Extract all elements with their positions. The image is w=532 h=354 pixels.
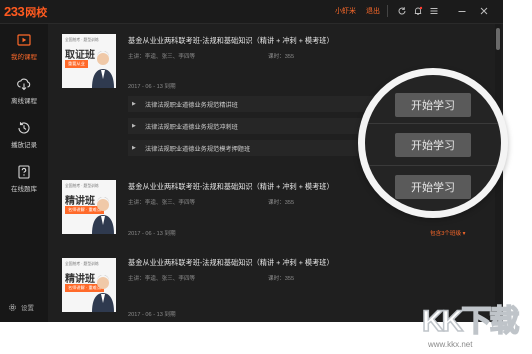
sidebar-item-question-bank[interactable]: 在线题库 [0, 158, 48, 200]
course-title[interactable]: 基金从业业两科联考班-法规和基础知识（精讲 + 冲刺 + 模考班） [128, 182, 334, 192]
question-bank-icon [18, 165, 30, 179]
teacher-avatar [92, 197, 114, 234]
title-bar: 233 网校 小虾米 退出 [0, 0, 503, 24]
thumb-title: 精讲班 [65, 196, 95, 207]
course-hours: 课时：355 [268, 276, 295, 282]
thumb-tag: 全国统考 · 题型训练 [65, 184, 99, 188]
course-thumbnail: 全国统考 · 题型训练 精讲班 名师讲解 · 重难点 [62, 258, 116, 312]
settings-button[interactable]: 设置 [8, 302, 34, 312]
logo-text: 网校 [25, 7, 48, 19]
sidebar-item-label: 离线课程 [11, 98, 37, 105]
menu-icon[interactable] [428, 4, 440, 18]
user-name-link[interactable]: 小虾米 [335, 6, 356, 16]
close-icon[interactable] [478, 4, 490, 18]
course-hours: 课时：355 [268, 200, 295, 206]
course-title[interactable]: 基金从业业两科联考班-法规和基础知识（精讲 + 冲刺 + 模考班） [128, 258, 334, 268]
divider [365, 123, 501, 124]
thumb-title: 取证班 [65, 50, 95, 61]
thumb-tag: 全国统考 · 题型训练 [65, 38, 99, 42]
sidebar-item-label: 在线题库 [11, 186, 37, 193]
chevron-right-icon: ▶ [132, 101, 136, 107]
divider [365, 165, 501, 166]
watermark: KK下载 www.kkx.net [418, 296, 530, 352]
course-thumbnail: 全国统考 · 题型训练 精讲班 名师讲解 · 重难点 [62, 180, 116, 234]
sidebar-item-play-history[interactable]: 播放记录 [0, 114, 48, 156]
sidebar-item-my-courses[interactable]: 我的课程 [0, 26, 48, 68]
start-learning-button[interactable]: 开始学习 [395, 133, 471, 157]
video-play-icon [17, 34, 31, 46]
expand-classes-link[interactable]: 包含3个班级 ▾ [430, 229, 465, 237]
logo-number: 233 [4, 4, 25, 19]
course-expiry: 2017 - 06 - 13 到期 [128, 231, 176, 237]
magnifier-callout: 开始学习 开始学习 开始学习 [358, 68, 508, 218]
sidebar-item-label: 我的课程 [11, 54, 37, 61]
sidebar: 我的课程 离线课程 播放记录 在线题库 设置 [0, 24, 48, 322]
settings-label: 设置 [21, 305, 34, 312]
refresh-icon[interactable] [396, 4, 408, 18]
title-bar-divider [387, 5, 388, 17]
scrollbar-thumb[interactable] [496, 28, 500, 50]
chapter-title: 法律法规职业道德业务规范模考押题班 [145, 146, 251, 153]
thumb-tag: 全国统考 · 题型训练 [65, 262, 99, 266]
gear-icon [9, 303, 16, 311]
course-title[interactable]: 基金从业业两科联考班-法规和基础知识（精讲 + 冲刺 + 模考班） [128, 36, 334, 46]
course-thumbnail: 全国统考 · 题型训练 取证班 重要从业 [62, 34, 116, 88]
watermark-url: www.kkx.net [428, 340, 473, 349]
app-logo: 233 网校 [4, 4, 47, 20]
thumb-title: 精讲班 [65, 274, 95, 285]
course-hours: 课时：355 [268, 54, 295, 60]
chapter-title: 法律法规职业道德业务规范冲刺班 [145, 124, 238, 131]
minimize-icon[interactable] [456, 4, 468, 18]
sidebar-item-offline-courses[interactable]: 离线课程 [0, 70, 48, 112]
notification-bell-icon[interactable] [412, 4, 424, 18]
course-expiry: 2017 - 06 - 13 到期 [128, 84, 176, 90]
clock-history-icon [18, 122, 30, 134]
chevron-right-icon: ▶ [132, 145, 136, 151]
course-teachers: 主讲：李逵、张三、李四等 [128, 54, 196, 60]
course-teachers: 主讲：李逵、张三、李四等 [128, 276, 196, 282]
cloud-download-icon [17, 78, 31, 91]
start-learning-button[interactable]: 开始学习 [395, 93, 471, 117]
chapter-title: 法律法规职业道德业务规范精讲班 [145, 102, 238, 109]
logout-link[interactable]: 退出 [366, 6, 380, 16]
watermark-logo: KK下载 [421, 304, 520, 339]
course-expiry: 2017 - 06 - 13 到期 [128, 312, 176, 318]
start-learning-button[interactable]: 开始学习 [395, 175, 471, 199]
chevron-right-icon: ▶ [132, 123, 136, 129]
teacher-avatar [92, 51, 114, 88]
thumb-badge: 重要从业 [65, 60, 88, 68]
sidebar-item-label: 播放记录 [11, 142, 37, 149]
course-teachers: 主讲：李逵、张三、李四等 [128, 200, 196, 206]
teacher-avatar [92, 275, 114, 312]
